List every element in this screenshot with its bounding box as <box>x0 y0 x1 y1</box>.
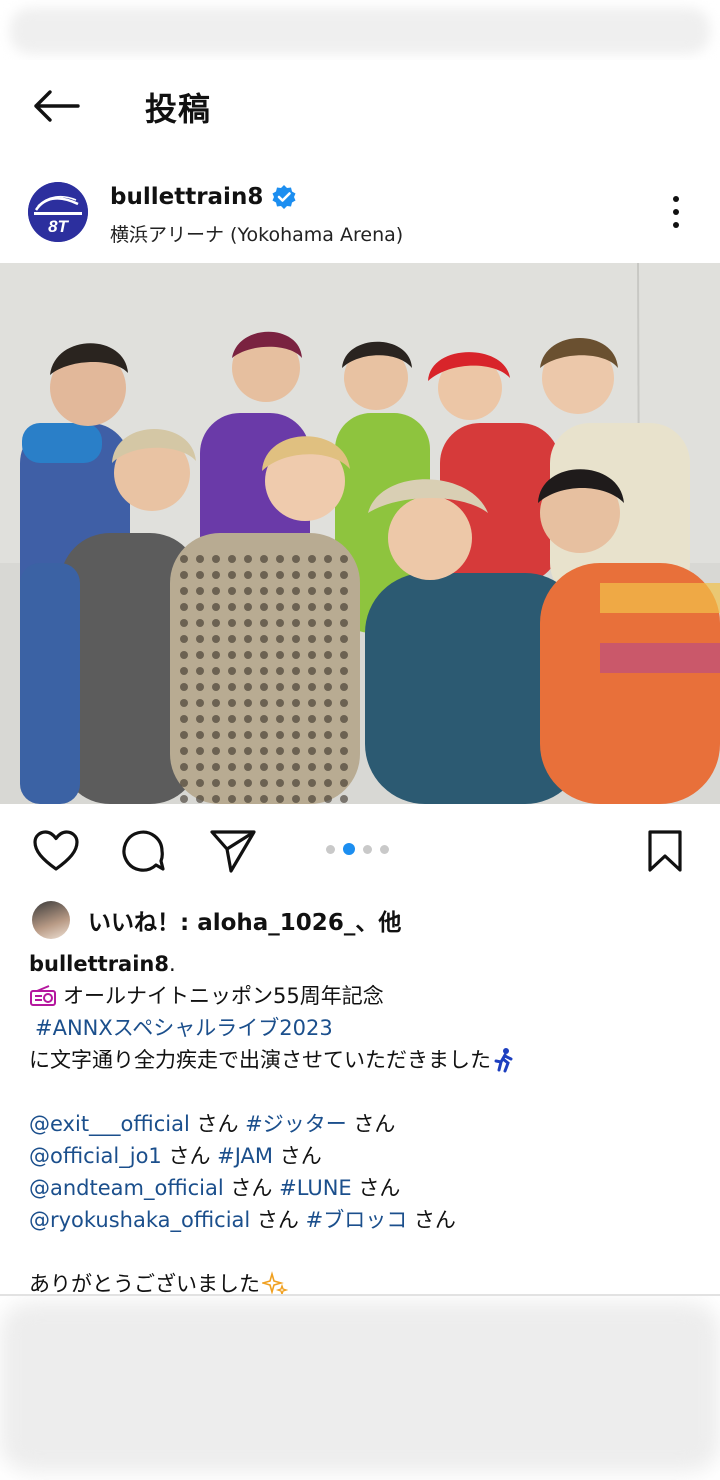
bottom-area-redacted <box>0 1296 720 1480</box>
like-button[interactable] <box>31 826 81 876</box>
post-caption: bullettrain8 . オールナイトニッポン55周年記念 #ANNXスペシ… <box>29 948 689 1300</box>
post-photo[interactable] <box>0 263 720 804</box>
san-text: さん <box>407 1208 456 1232</box>
likes-text: いいね！: aloha_1026_、他 <box>88 910 402 936</box>
share-button[interactable] <box>208 826 258 876</box>
san-text: さん <box>250 1208 306 1232</box>
radio-emoji-icon <box>29 985 57 1007</box>
post-actions <box>0 820 720 880</box>
post-location[interactable]: 横浜アリーナ (Yokohama Arena) <box>110 220 403 247</box>
brand-logo-icon: 8T <box>28 182 88 242</box>
caption-username[interactable]: bullettrain8 <box>29 948 169 980</box>
mention-exit-official[interactable]: @exit___official <box>29 1108 190 1140</box>
mention-official-jo1[interactable]: @official_jo1 <box>29 1140 162 1172</box>
svg-text:8T: 8T <box>48 217 69 236</box>
hashtag-jam[interactable]: #JAM <box>217 1140 273 1172</box>
heart-icon <box>33 830 79 871</box>
caption-line-3: に文字通り全力疾走で出演させていただきました <box>29 1048 491 1072</box>
san-text: さん <box>189 1112 246 1136</box>
group-photo-image <box>0 263 720 804</box>
comment-icon <box>122 830 165 872</box>
more-vertical-icon <box>673 196 679 202</box>
san-text: さん <box>161 1144 218 1168</box>
hashtag-annx[interactable]: #ANNXスペシャルライブ2023 <box>35 1012 333 1044</box>
runner-emoji-icon <box>493 1047 515 1073</box>
carousel-dot <box>380 844 389 854</box>
hashtag-brocco[interactable]: #ブロッコ <box>306 1204 408 1236</box>
mention-ryokushaka-official[interactable]: @ryokushaka_official <box>29 1204 250 1236</box>
save-button[interactable] <box>640 826 690 876</box>
caption-user-suffix: . <box>169 952 176 976</box>
san-text: さん <box>223 1176 280 1200</box>
comment-button[interactable] <box>119 826 169 876</box>
post-header: 8T bullettrain8 横浜アリーナ (Yokohama Arena) <box>0 170 720 260</box>
verified-badge-icon <box>272 185 296 209</box>
bookmark-icon <box>648 830 682 872</box>
status-bar-redacted <box>0 0 720 60</box>
avatar[interactable]: 8T <box>28 182 88 242</box>
carousel-dot <box>363 844 372 854</box>
san-text: さん <box>351 1176 401 1200</box>
back-button[interactable] <box>30 86 82 126</box>
san-text: さん <box>273 1144 322 1168</box>
likes-row[interactable]: いいね！: aloha_1026_、他 <box>32 900 401 940</box>
hashtag-jitter[interactable]: #ジッター <box>245 1108 347 1140</box>
post-username[interactable]: bullettrain8 <box>110 184 263 210</box>
carousel-indicator <box>326 843 389 855</box>
more-options-button[interactable] <box>660 192 692 232</box>
arrow-left-icon <box>34 90 80 122</box>
liker-avatar <box>32 901 70 939</box>
page-title: 投稿 <box>145 90 212 128</box>
carousel-dot-active <box>343 843 355 855</box>
top-app-bar: 投稿 <box>0 60 720 152</box>
san-text: さん <box>346 1112 396 1136</box>
caption-line-1: オールナイトニッポン55周年記念 <box>63 984 384 1008</box>
carousel-dot <box>326 844 335 854</box>
send-icon <box>210 830 256 873</box>
mention-andteam-official[interactable]: @andteam_official <box>29 1172 224 1204</box>
hashtag-lune[interactable]: #LUNE <box>279 1172 352 1204</box>
